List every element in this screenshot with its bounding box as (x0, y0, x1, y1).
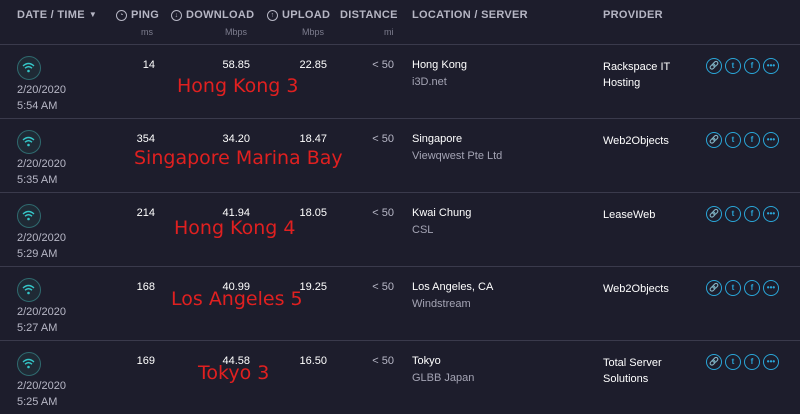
upload-icon: ↑ (267, 10, 278, 21)
row-distance: < 50 (372, 355, 394, 367)
facebook-icon[interactable]: f (744, 132, 760, 148)
row-ping: 169 (136, 355, 155, 367)
row-location: Singapore (412, 133, 463, 145)
twitter-icon[interactable]: t (725, 206, 741, 222)
row-date: 2/20/2020 (17, 232, 66, 244)
more-icon[interactable]: ••• (763, 206, 779, 222)
row-date: 2/20/2020 (17, 84, 66, 96)
wifi-icon (17, 352, 41, 376)
more-icon[interactable]: ••• (763, 280, 779, 296)
row-time: 5:25 AM (17, 396, 58, 408)
header-provider[interactable]: PROVIDER (603, 9, 663, 21)
header-download-unit: Mbps (225, 27, 248, 37)
header-date-time[interactable]: DATE / TIME ▼ (17, 9, 97, 21)
row-upload: 16.50 (299, 355, 327, 367)
link-icon[interactable]: 🔗 (706, 206, 722, 222)
row-ping: 354 (136, 133, 155, 145)
row-time: 5:35 AM (17, 174, 58, 186)
row-date: 2/20/2020 (17, 306, 66, 318)
sort-caret-icon: ▼ (88, 10, 98, 19)
table-row[interactable]: 2/20/2020 5:54 AM 14 58.85 22.85 < 50 Ho… (0, 44, 800, 118)
table-row[interactable]: 2/20/2020 5:25 AM 169 44.58 16.50 < 50 T… (0, 340, 800, 414)
facebook-icon[interactable]: f (744, 206, 760, 222)
row-location: Los Angeles, CA (412, 281, 494, 293)
header-download[interactable]: ↓ DOWNLOAD (171, 9, 254, 21)
header-location[interactable]: LOCATION / SERVER (412, 9, 528, 21)
row-location: Kwai Chung (412, 207, 472, 219)
facebook-icon[interactable]: f (744, 58, 760, 74)
row-download: 58.85 (222, 59, 250, 71)
row-ping: 14 (142, 59, 155, 71)
row-date: 2/20/2020 (17, 158, 66, 170)
table-row[interactable]: 2/20/2020 5:29 AM 214 41.94 18.05 < 50 K… (0, 192, 800, 266)
header-upload[interactable]: ↑ UPLOAD (267, 9, 330, 21)
row-time: 5:29 AM (17, 248, 58, 260)
row-provider: Rackspace IT Hosting (603, 61, 671, 89)
more-icon[interactable]: ••• (763, 132, 779, 148)
row-time: 5:27 AM (17, 322, 58, 334)
header-ping-unit: ms (141, 27, 153, 37)
ping-icon: ◔ (116, 10, 127, 21)
row-server: Windstream (412, 298, 471, 310)
row-ping: 168 (136, 281, 155, 293)
header-distance[interactable]: DISTANCE (340, 9, 398, 21)
header-distance-unit: mi (384, 27, 394, 37)
annotation-label: Singapore Marina Bay (134, 147, 343, 169)
row-time: 5:54 AM (17, 100, 58, 112)
row-server: CSL (412, 224, 434, 236)
download-icon: ↓ (171, 10, 182, 21)
row-upload: 22.85 (299, 59, 327, 71)
link-icon[interactable]: 🔗 (706, 58, 722, 74)
row-server: Viewqwest Pte Ltd (412, 150, 503, 162)
row-distance: < 50 (372, 207, 394, 219)
more-icon[interactable]: ••• (763, 58, 779, 74)
link-icon[interactable]: 🔗 (706, 354, 722, 370)
twitter-icon[interactable]: t (725, 354, 741, 370)
table-header: DATE / TIME ▼ ◔ PING ms ↓ DOWNLOAD Mbps ↑ UP… (0, 0, 800, 44)
row-ping: 214 (136, 207, 155, 219)
annotation-label: Tokyo 3 (198, 362, 270, 384)
row-date: 2/20/2020 (17, 380, 66, 392)
link-icon[interactable]: 🔗 (706, 132, 722, 148)
row-distance: < 50 (372, 59, 394, 71)
row-provider: LeaseWeb (603, 209, 656, 221)
more-icon[interactable]: ••• (763, 354, 779, 370)
row-distance: < 50 (372, 133, 394, 145)
row-server: i3D.net (412, 76, 447, 88)
row-actions: 🔗 t f ••• (706, 277, 782, 296)
header-ping[interactable]: ◔ PING (116, 9, 159, 21)
row-actions: 🔗 t f ••• (706, 55, 782, 74)
annotation-label: Hong Kong 4 (174, 217, 296, 239)
row-server: GLBB Japan (412, 372, 475, 384)
row-upload: 18.47 (299, 133, 327, 145)
facebook-icon[interactable]: f (744, 280, 760, 296)
row-location: Tokyo (412, 355, 441, 367)
header-upload-unit: Mbps (302, 27, 325, 37)
annotation-label: Los Angeles 5 (171, 288, 303, 310)
table-row[interactable]: 2/20/2020 5:35 AM 354 34.20 18.47 < 50 S… (0, 118, 800, 192)
facebook-icon[interactable]: f (744, 354, 760, 370)
wifi-icon (17, 56, 41, 80)
row-provider: Web2Objects (603, 135, 669, 147)
twitter-icon[interactable]: t (725, 58, 741, 74)
row-actions: 🔗 t f ••• (706, 351, 782, 370)
twitter-icon[interactable]: t (725, 280, 741, 296)
row-actions: 🔗 t f ••• (706, 203, 782, 222)
row-distance: < 50 (372, 281, 394, 293)
row-provider: Web2Objects (603, 283, 669, 295)
wifi-icon (17, 204, 41, 228)
wifi-icon (17, 278, 41, 302)
twitter-icon[interactable]: t (725, 132, 741, 148)
table-row[interactable]: 2/20/2020 5:27 AM 168 40.99 19.25 < 50 L… (0, 266, 800, 340)
wifi-icon (17, 130, 41, 154)
annotation-label: Hong Kong 3 (177, 75, 299, 97)
row-actions: 🔗 t f ••• (706, 129, 782, 148)
row-download: 34.20 (222, 133, 250, 145)
results-table: DATE / TIME ▼ ◔ PING ms ↓ DOWNLOAD Mbps ↑ UP… (0, 0, 800, 414)
link-icon[interactable]: 🔗 (706, 280, 722, 296)
row-location: Hong Kong (412, 59, 468, 71)
row-provider: Total Server Solutions (603, 357, 662, 385)
